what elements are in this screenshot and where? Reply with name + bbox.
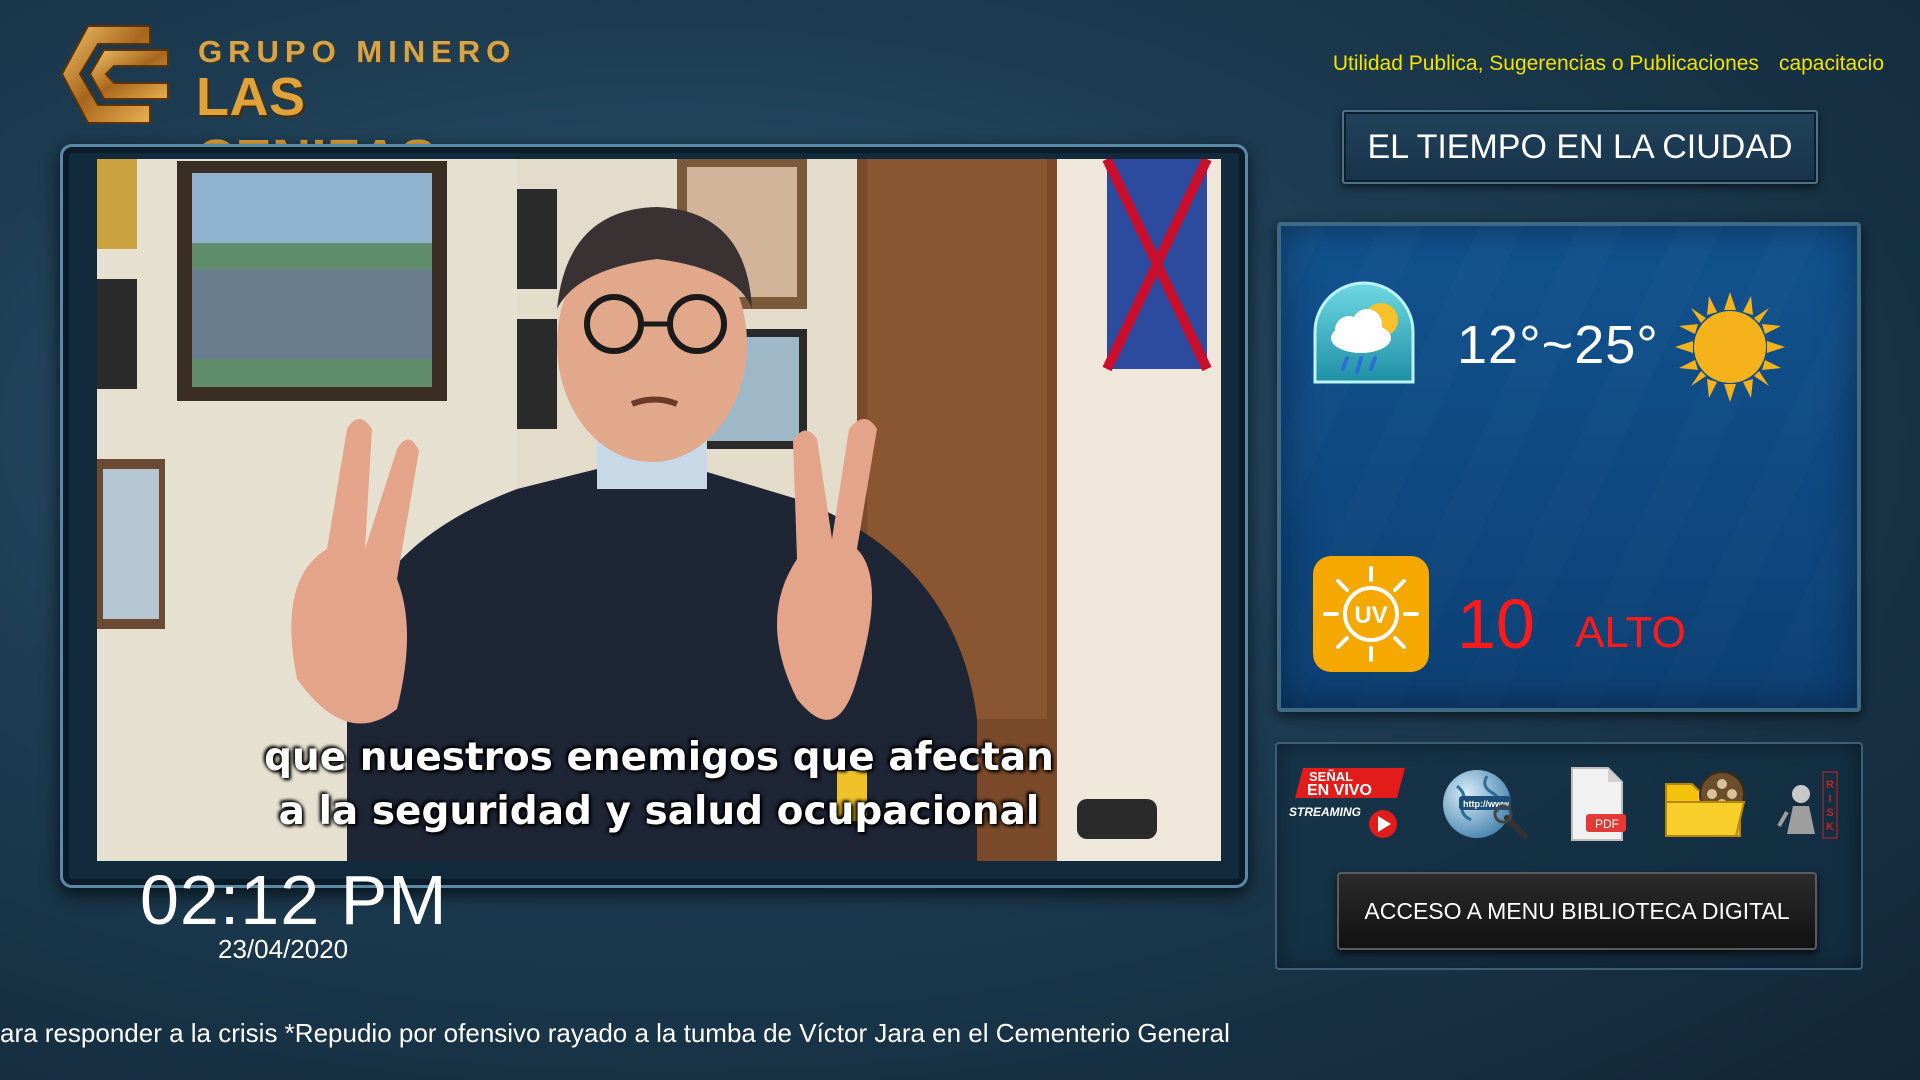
news-ticker: ara responder a la crisis *Repudio por o… [0,1018,1230,1048]
streaming-label-2: EN VIVO [1307,782,1372,799]
uv-index-value: 10 [1457,585,1535,663]
logo-emblem-icon [60,25,169,124]
pdf-label: PDF [1595,817,1619,831]
risk-label-i: I [1828,793,1831,805]
clock-time: 02:12 PM [140,861,448,939]
pdf-document-icon[interactable]: PDF [1562,764,1632,844]
streaming-label-3: STREAMING [1289,805,1361,819]
risk-icon[interactable]: R I S K [1775,764,1847,844]
logo-text-line1: GRUPO MINERO [198,34,517,69]
sun-icon [1675,292,1785,402]
rain-cloud-sun-icon [1313,281,1415,384]
link-capacitacion[interactable]: capacitacio [1779,52,1884,75]
uv-badge-text: UV [1354,602,1387,629]
digital-library-menu-button[interactable]: ACCESO A MENU BIBLIOTECA DIGITAL [1337,872,1817,950]
live-streaming-icon[interactable]: SEÑAL EN VIVO STREAMING [1285,764,1411,844]
clock-date: 23/04/2020 [218,934,349,964]
link-utilidad-publica[interactable]: Utilidad Publica, Sugerencias o Publicac… [1333,52,1759,75]
temperature-range: 12°~25° [1457,315,1659,375]
web-browser-icon[interactable]: http://www [1437,764,1533,844]
video-player-frame: que nuestros enemigos que afectan a la s… [60,144,1248,888]
top-links: Utilidad Publica, Sugerencias o Publicac… [1333,52,1884,76]
weather-title: EL TIEMPO EN LA CIUDAD [1342,110,1818,184]
video-player[interactable]: que nuestros enemigos que afectan a la s… [97,159,1221,861]
weather-panel: 12°~25° UV 10 ALTO [1277,222,1861,712]
video-subtitle: que nuestros enemigos que afectan a la s… [264,735,1054,834]
uv-index-icon: UV [1313,556,1429,672]
uv-index-level: ALTO [1575,608,1686,657]
video-folder-icon[interactable] [1662,764,1748,844]
risk-label: R [1826,779,1834,791]
risk-label-k: K [1826,821,1834,833]
tools-panel: SEÑAL EN VIVO STREAMING http://www PDF R… [1275,742,1863,970]
risk-label-s: S [1826,807,1833,819]
company-logo: GRUPO MINERO LAS CENIZAS [58,20,548,189]
